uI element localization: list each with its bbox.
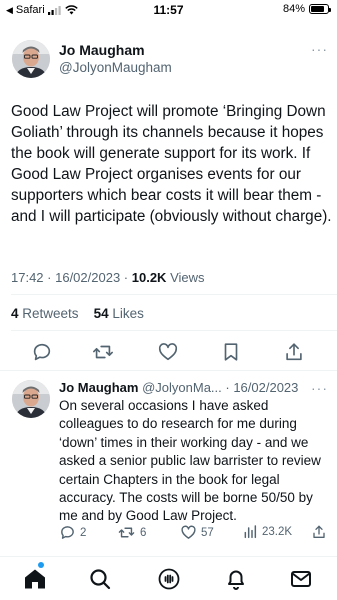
home-notification-dot [38,562,44,568]
reply-text: On several occasions I have asked collea… [59,398,321,524]
reply-retweets-count: 6 [140,526,147,539]
spaces-icon[interactable] [157,567,181,591]
reply-more-options-icon[interactable]: ··· [311,380,328,396]
heart-icon [181,525,196,539]
reply-replies-count: 2 [80,526,87,539]
views-icon [244,525,257,539]
retweet-icon [118,527,135,538]
battery-icon [309,4,331,14]
reply-actions: 2 6 57 23.2K [59,522,337,542]
reply-retweet-button[interactable]: 6 [117,524,146,541]
reply-share-button[interactable] [311,524,327,540]
views-label: Views [170,270,205,285]
mail-icon[interactable] [289,567,313,591]
bookmark-icon[interactable] [220,341,242,363]
share-icon[interactable] [283,341,305,363]
author-handle[interactable]: @JolyonMaugham [59,60,172,75]
heart-icon[interactable] [157,341,179,363]
retweet-icon[interactable] [92,341,114,363]
tab-bar [0,556,337,600]
reply-author-handle[interactable]: @JolyonMa... [142,380,222,395]
search-icon[interactable] [88,567,112,591]
divider [11,330,337,331]
reply-reply-button[interactable]: 2 [59,524,86,541]
reply-header: Jo Maugham @JolyonMa... · 16/02/2023 [59,380,298,395]
status-bar: ◀ Safari 11:57 84% [0,0,337,20]
tweet-stats: 4 Retweets 54 Likes [11,306,144,321]
reply-likes-count: 57 [201,526,214,539]
tweet-date: 16/02/2023 [55,270,121,285]
retweets-stat[interactable]: 4 Retweets [11,306,79,321]
share-icon [313,525,325,538]
reply-views-count: 23.2K [262,526,293,538]
home-icon[interactable] [23,567,47,591]
likes-label: Likes [112,306,144,321]
more-options-icon[interactable]: ··· [311,41,328,57]
tweet-meta: 17:42 · 16/02/2023 · 10.2K Views [11,270,205,285]
avatar[interactable] [12,40,50,78]
bell-icon[interactable] [224,567,248,591]
retweets-count: 4 [11,306,19,321]
author-name[interactable]: Jo Maugham [59,42,145,58]
reply-icon[interactable] [31,341,53,363]
tweet-actions [0,337,337,365]
reply-date: · 16/02/2023 [225,380,299,395]
tweet-time: 17:42 [11,270,44,285]
likes-count: 54 [93,306,109,321]
divider [11,294,337,295]
reply-icon [61,526,74,539]
views-count: 10.2K [131,270,167,285]
battery-percent: 84% [282,3,305,15]
divider [0,370,337,371]
reply-views-button[interactable]: 23.2K [242,524,292,540]
likes-stat[interactable]: 54 Likes [94,306,144,321]
reply-like-button[interactable]: 57 [180,524,214,541]
reply-author-name[interactable]: Jo Maugham [59,380,138,395]
retweets-label: Retweets [22,306,79,321]
tweet-text: Good Law Project will promote ‘Bringing … [11,103,332,225]
reply-avatar[interactable] [12,380,50,418]
